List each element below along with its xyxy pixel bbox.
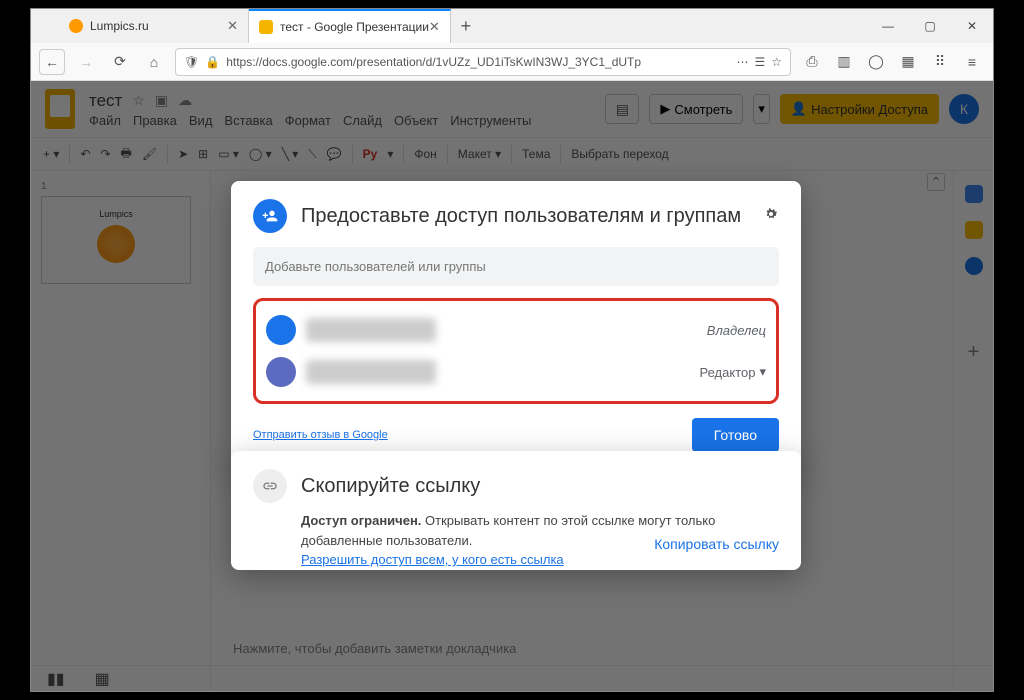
user-info-blurred [306,318,436,342]
sidebar-icon[interactable]: ▥ [831,49,857,75]
people-list: Владелец Редактор ▾ [253,298,779,404]
address-bar: ← → ⟳ ⌂ 🛡 🔒 https://docs.google.com/pres… [31,43,993,81]
change-access-link[interactable]: Разрешить доступ всем, у кого есть ссылк… [301,552,564,567]
back-button[interactable]: ← [39,49,65,75]
home-button[interactable]: ⌂ [141,49,167,75]
library-icon[interactable]: ⎙ [799,49,825,75]
menu-icon[interactable]: ≡ [959,49,985,75]
link-dialog-title: Скопируйте ссылку [301,475,480,498]
link-dialog: Скопируйте ссылку Доступ ограничен. Откр… [231,451,801,570]
copy-link-button[interactable]: Копировать ссылку [654,536,779,552]
role-editor-dropdown[interactable]: Редактор ▾ [700,364,767,380]
people-input[interactable]: Добавьте пользователей или группы [253,247,779,286]
new-tab-button[interactable]: + [451,9,481,43]
share-dialog: Предоставьте доступ пользователям и груп… [231,181,801,470]
puzzle-icon[interactable]: ⠿ [927,49,953,75]
dialog-title: Предоставьте доступ пользователям и груп… [301,205,741,228]
bookmark-icon[interactable]: ☆ [771,55,782,69]
ellipsis-icon[interactable]: ⋯ [736,55,748,69]
shield-icon: 🛡 [184,55,199,69]
favicon-lumpics [69,19,83,33]
reload-button[interactable]: ⟳ [107,49,133,75]
link-icon [253,469,287,503]
tab-title: Lumpics.ru [90,19,149,33]
url-field[interactable]: 🛡 🔒 https://docs.google.com/presentation… [175,48,791,76]
gear-icon[interactable] [763,206,779,227]
favicon-slides [259,20,273,34]
forward-button[interactable]: → [73,49,99,75]
tab-title: тест - Google Презентации [280,20,429,34]
extensions-icon[interactable]: ▦ [895,49,921,75]
reader-icon[interactable]: ☰ [754,55,765,69]
lock-icon: 🔒 [205,55,220,69]
account-icon[interactable]: ◯ [863,49,889,75]
user-avatar [266,357,296,387]
person-add-icon [253,199,287,233]
browser-titlebar: Lumpics.ru ✕ тест - Google Презентации ✕… [31,9,993,43]
feedback-link[interactable]: Отправить отзыв в Google [253,429,388,441]
user-info-blurred [306,360,436,384]
person-row: Редактор ▾ [262,351,770,393]
person-row: Владелец [262,309,770,351]
close-icon[interactable]: ✕ [227,18,238,34]
window-close-button[interactable]: ✕ [951,9,993,43]
tab-slides[interactable]: тест - Google Презентации ✕ [249,9,451,43]
done-button[interactable]: Готово [692,418,779,452]
user-avatar [266,315,296,345]
chevron-down-icon: ▾ [759,364,766,380]
close-icon[interactable]: ✕ [429,19,440,35]
url-text: https://docs.google.com/presentation/d/1… [226,55,730,69]
tab-lumpics[interactable]: Lumpics.ru ✕ [59,9,249,43]
maximize-button[interactable]: ▢ [909,9,951,43]
role-owner: Владелец [707,323,766,338]
minimize-button[interactable]: — [867,9,909,43]
